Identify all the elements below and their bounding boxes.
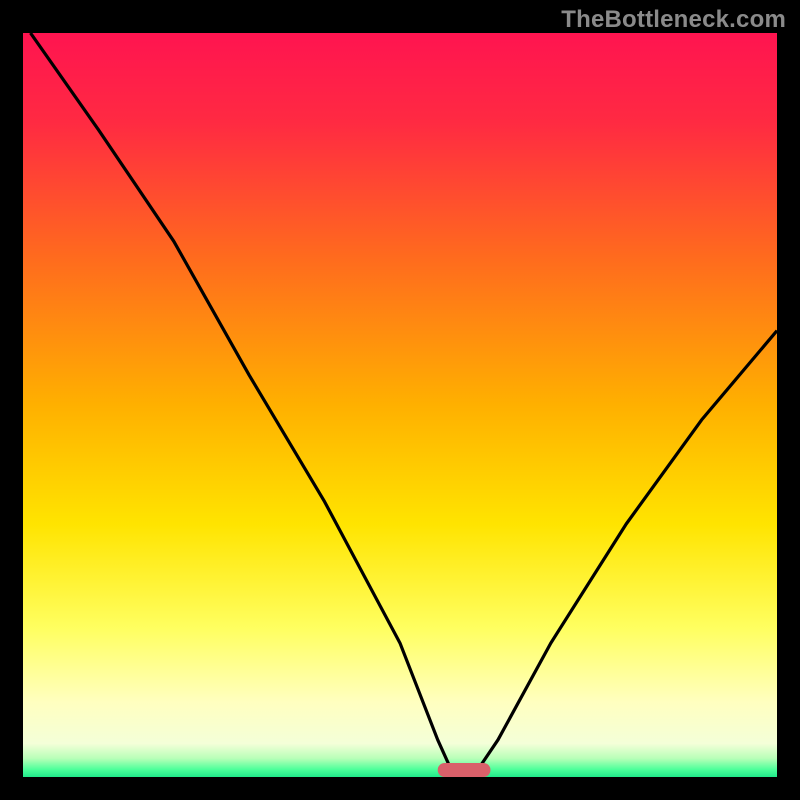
watermark-text: TheBottleneck.com [561, 6, 786, 34]
outer-frame: TheBottleneck.com [0, 0, 800, 800]
bottleneck-chart [0, 0, 800, 800]
optimal-marker [438, 763, 491, 777]
gradient-background [23, 33, 777, 777]
